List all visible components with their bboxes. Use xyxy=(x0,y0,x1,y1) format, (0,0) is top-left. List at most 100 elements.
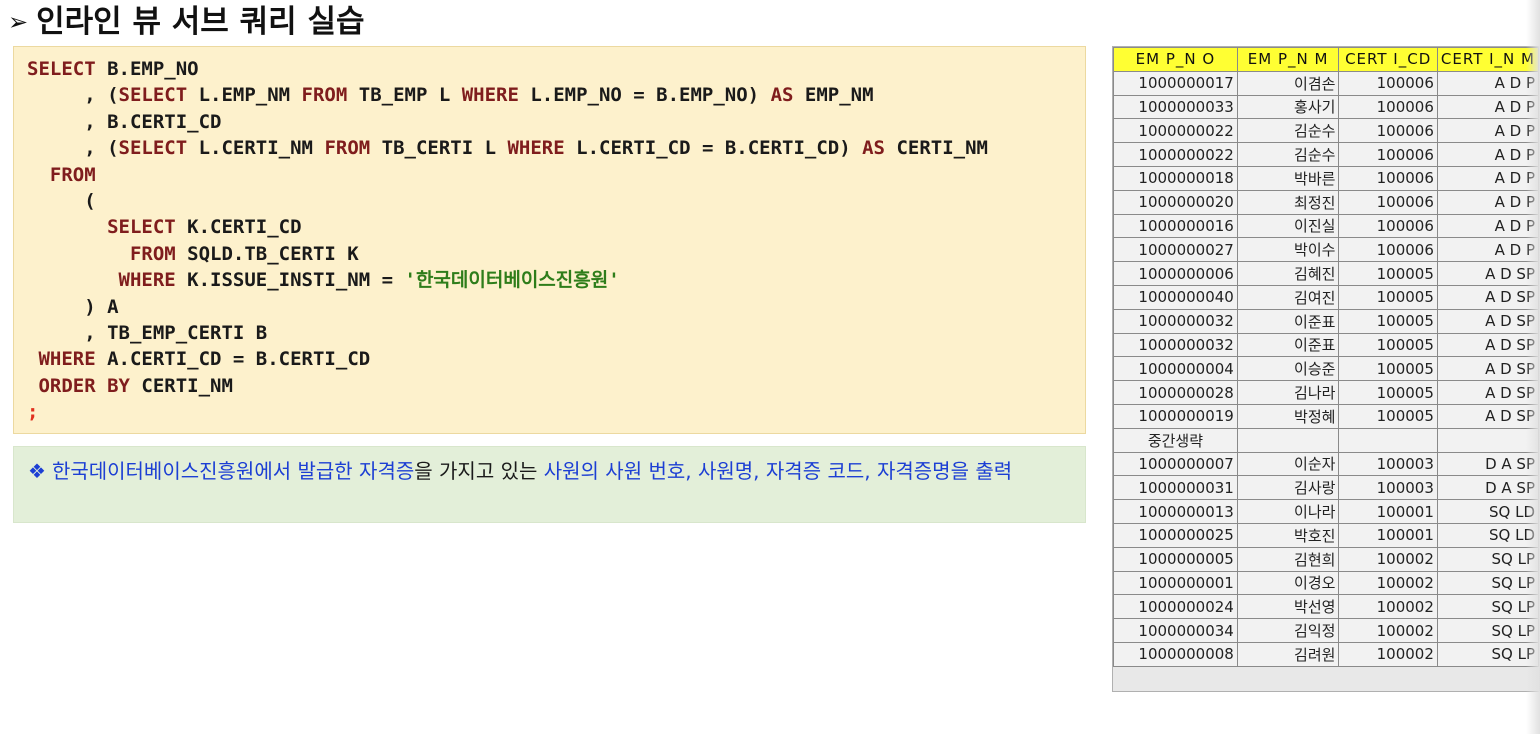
table-row: 1000000032 이준표 100005 A D SP xyxy=(1113,332,1539,358)
certi-cd-cell: 100005 xyxy=(1338,261,1438,286)
edge-shadow xyxy=(1526,0,1540,734)
arrow-bullet-icon: ➢ xyxy=(8,8,29,36)
sql-code: SELECT B.EMP_NO , (SELECT L.EMP_NM FROM … xyxy=(27,56,988,426)
certi-cd-cell: 100006 xyxy=(1338,142,1438,167)
certi-nm-cell: A D P xyxy=(1436,213,1539,239)
certi-nm-cell: A D SP xyxy=(1436,261,1539,286)
emp-nm-cell: 박호진 xyxy=(1236,522,1340,548)
emp-no-cell: 1000000033 xyxy=(1113,94,1238,120)
certi-nm-cell: A D SP xyxy=(1436,332,1539,358)
certi-cd-cell: 100005 xyxy=(1338,308,1438,334)
result-body: 1000000017 이겸손 100006 A D P 1000000033 홍사기 100… xyxy=(1113,70,1539,667)
certi-cd-cell: 100002 xyxy=(1338,570,1438,596)
sql-text: , TB_EMP_CERTI B xyxy=(27,322,268,345)
certi-cd-cell: 100001 xyxy=(1338,499,1438,524)
sql-text: ) A xyxy=(27,295,119,318)
code-line: WHERE A.CERTI_CD = B.CERTI_CD xyxy=(27,348,370,370)
emp-nm-cell: 김순수 xyxy=(1236,118,1340,144)
code-line: ORDER BY CERTI_NM xyxy=(27,375,232,397)
emp-nm-cell: 이준표 xyxy=(1236,308,1340,334)
table-row: 1000000006 김혜진 100005 A D SP xyxy=(1113,261,1539,286)
emp-no-cell: 1000000032 xyxy=(1113,332,1238,358)
certi-cd-cell: 100002 xyxy=(1338,594,1438,620)
sql-keyword: FROM xyxy=(129,242,176,265)
emp-no-cell: 1000000034 xyxy=(1113,618,1238,643)
sql-text: TB_EMP L xyxy=(347,84,462,107)
emp-nm-cell: 김순수 xyxy=(1236,142,1340,167)
certi-nm-cell: A D SP xyxy=(1436,403,1539,429)
emp-no-cell: 1000000028 xyxy=(1113,380,1238,405)
certi-nm-cell: A D P xyxy=(1436,165,1539,191)
table-row: 1000000031 김사랑 100003 D A SP xyxy=(1113,475,1539,501)
certi-nm-cell: SQ LP xyxy=(1436,594,1539,620)
certi-cd-cell: 100005 xyxy=(1338,403,1438,429)
certi-nm-cell: SQ LP xyxy=(1436,546,1539,572)
sql-text: , B.CERTI_CD xyxy=(27,110,222,133)
certi-nm-cell: A D SP xyxy=(1436,356,1539,382)
code-line: , (SELECT L.EMP_NM FROM TB_EMP L WHERE L… xyxy=(27,84,873,107)
certi-nm-cell: SQ LD xyxy=(1436,499,1539,524)
certi-nm-cell: A D P xyxy=(1436,70,1539,96)
emp-nm-cell: 홍사기 xyxy=(1236,94,1340,120)
code-line: ( xyxy=(27,190,96,213)
column-header-emp-no: EM P_N O xyxy=(1113,47,1238,72)
code-line: , TB_EMP_CERTI B xyxy=(27,322,267,344)
emp-nm-cell: 이나라 xyxy=(1236,499,1340,524)
certi-cd-cell: 100002 xyxy=(1338,641,1438,667)
column-header-certi-cd: CERT I_CD xyxy=(1338,47,1438,72)
slide-title-text: 인라인 뷰 서브 쿼리 실습 xyxy=(36,4,365,40)
emp-no-cell: 1000000022 xyxy=(1113,142,1238,167)
table-row: 중간생략 xyxy=(1113,427,1539,453)
code-line: WHERE K.ISSUE_INSTI_NM = '한국데이터베이스진흥원' xyxy=(27,269,620,291)
certi-cd-cell: 100006 xyxy=(1338,189,1438,215)
table-row: 1000000019 박정혜 100005 A D SP xyxy=(1113,403,1539,429)
emp-no-cell: 1000000008 xyxy=(1113,641,1238,667)
table-row: 1000000013 이나라 100001 SQ LD xyxy=(1113,499,1539,524)
emp-nm-cell: 박정혜 xyxy=(1236,403,1340,429)
emp-no-cell: 1000000025 xyxy=(1113,522,1238,548)
emp-nm-cell: 김현희 xyxy=(1236,546,1340,572)
table-row: 1000000016 이진실 100006 A D P xyxy=(1113,213,1539,239)
sql-keyword: WHERE xyxy=(461,84,519,107)
table-row: 1000000004 이승준 100005 A D SP xyxy=(1113,356,1539,382)
certi-cd-cell: 100003 xyxy=(1338,451,1438,477)
sql-keyword: WHERE xyxy=(118,269,176,292)
emp-nm-cell: 김익정 xyxy=(1236,618,1340,643)
emp-nm-cell: 이겸손 xyxy=(1236,70,1340,96)
certi-cd-cell: 100005 xyxy=(1338,284,1438,310)
certi-cd-cell: 100005 xyxy=(1338,380,1438,405)
emp-no-cell: 1000000027 xyxy=(1113,237,1238,263)
certi-cd-cell: 100002 xyxy=(1338,618,1438,643)
description-plain: 을 가지고 있는 xyxy=(414,459,544,483)
code-line: , (SELECT L.CERTI_NM FROM TB_CERTI L WHE… xyxy=(27,137,988,159)
sql-keyword: FROM xyxy=(49,163,96,186)
sql-code-box: SELECT B.EMP_NO , (SELECT L.EMP_NM FROM … xyxy=(13,46,1086,434)
emp-nm-cell: 이순자 xyxy=(1236,451,1340,477)
sql-keyword: AS xyxy=(862,137,885,160)
emp-no-cell: 1000000007 xyxy=(1113,451,1238,477)
table-row: 1000000025 박호진 100001 SQ LD xyxy=(1113,522,1539,548)
certi-cd-cell: 100006 xyxy=(1338,237,1438,263)
emp-nm-cell: 이승준 xyxy=(1236,356,1340,382)
table-row: 1000000022 김순수 100006 A D P xyxy=(1113,118,1539,144)
sql-keyword: FROM xyxy=(324,137,371,160)
certi-cd-cell: 100002 xyxy=(1338,546,1438,572)
certi-cd-cell: 100005 xyxy=(1338,356,1438,382)
column-header-emp-nm: EM P_N M xyxy=(1236,47,1340,72)
sql-keyword: AS xyxy=(770,84,794,107)
certi-cd-cell: 100006 xyxy=(1338,70,1438,96)
emp-nm-cell: 박이수 xyxy=(1236,237,1340,263)
sql-text: ( xyxy=(27,190,96,213)
code-line: FROM xyxy=(27,164,96,186)
table-row: 1000000001 이경오 100002 SQ LP xyxy=(1113,570,1539,596)
sql-keyword: WHERE xyxy=(507,137,565,160)
table-row: 1000000024 박선영 100002 SQ LP xyxy=(1113,594,1539,620)
emp-no-cell: 1000000031 xyxy=(1113,475,1238,501)
sql-semicolon: ; xyxy=(27,401,39,424)
emp-nm-cell: 김나라 xyxy=(1236,380,1340,405)
